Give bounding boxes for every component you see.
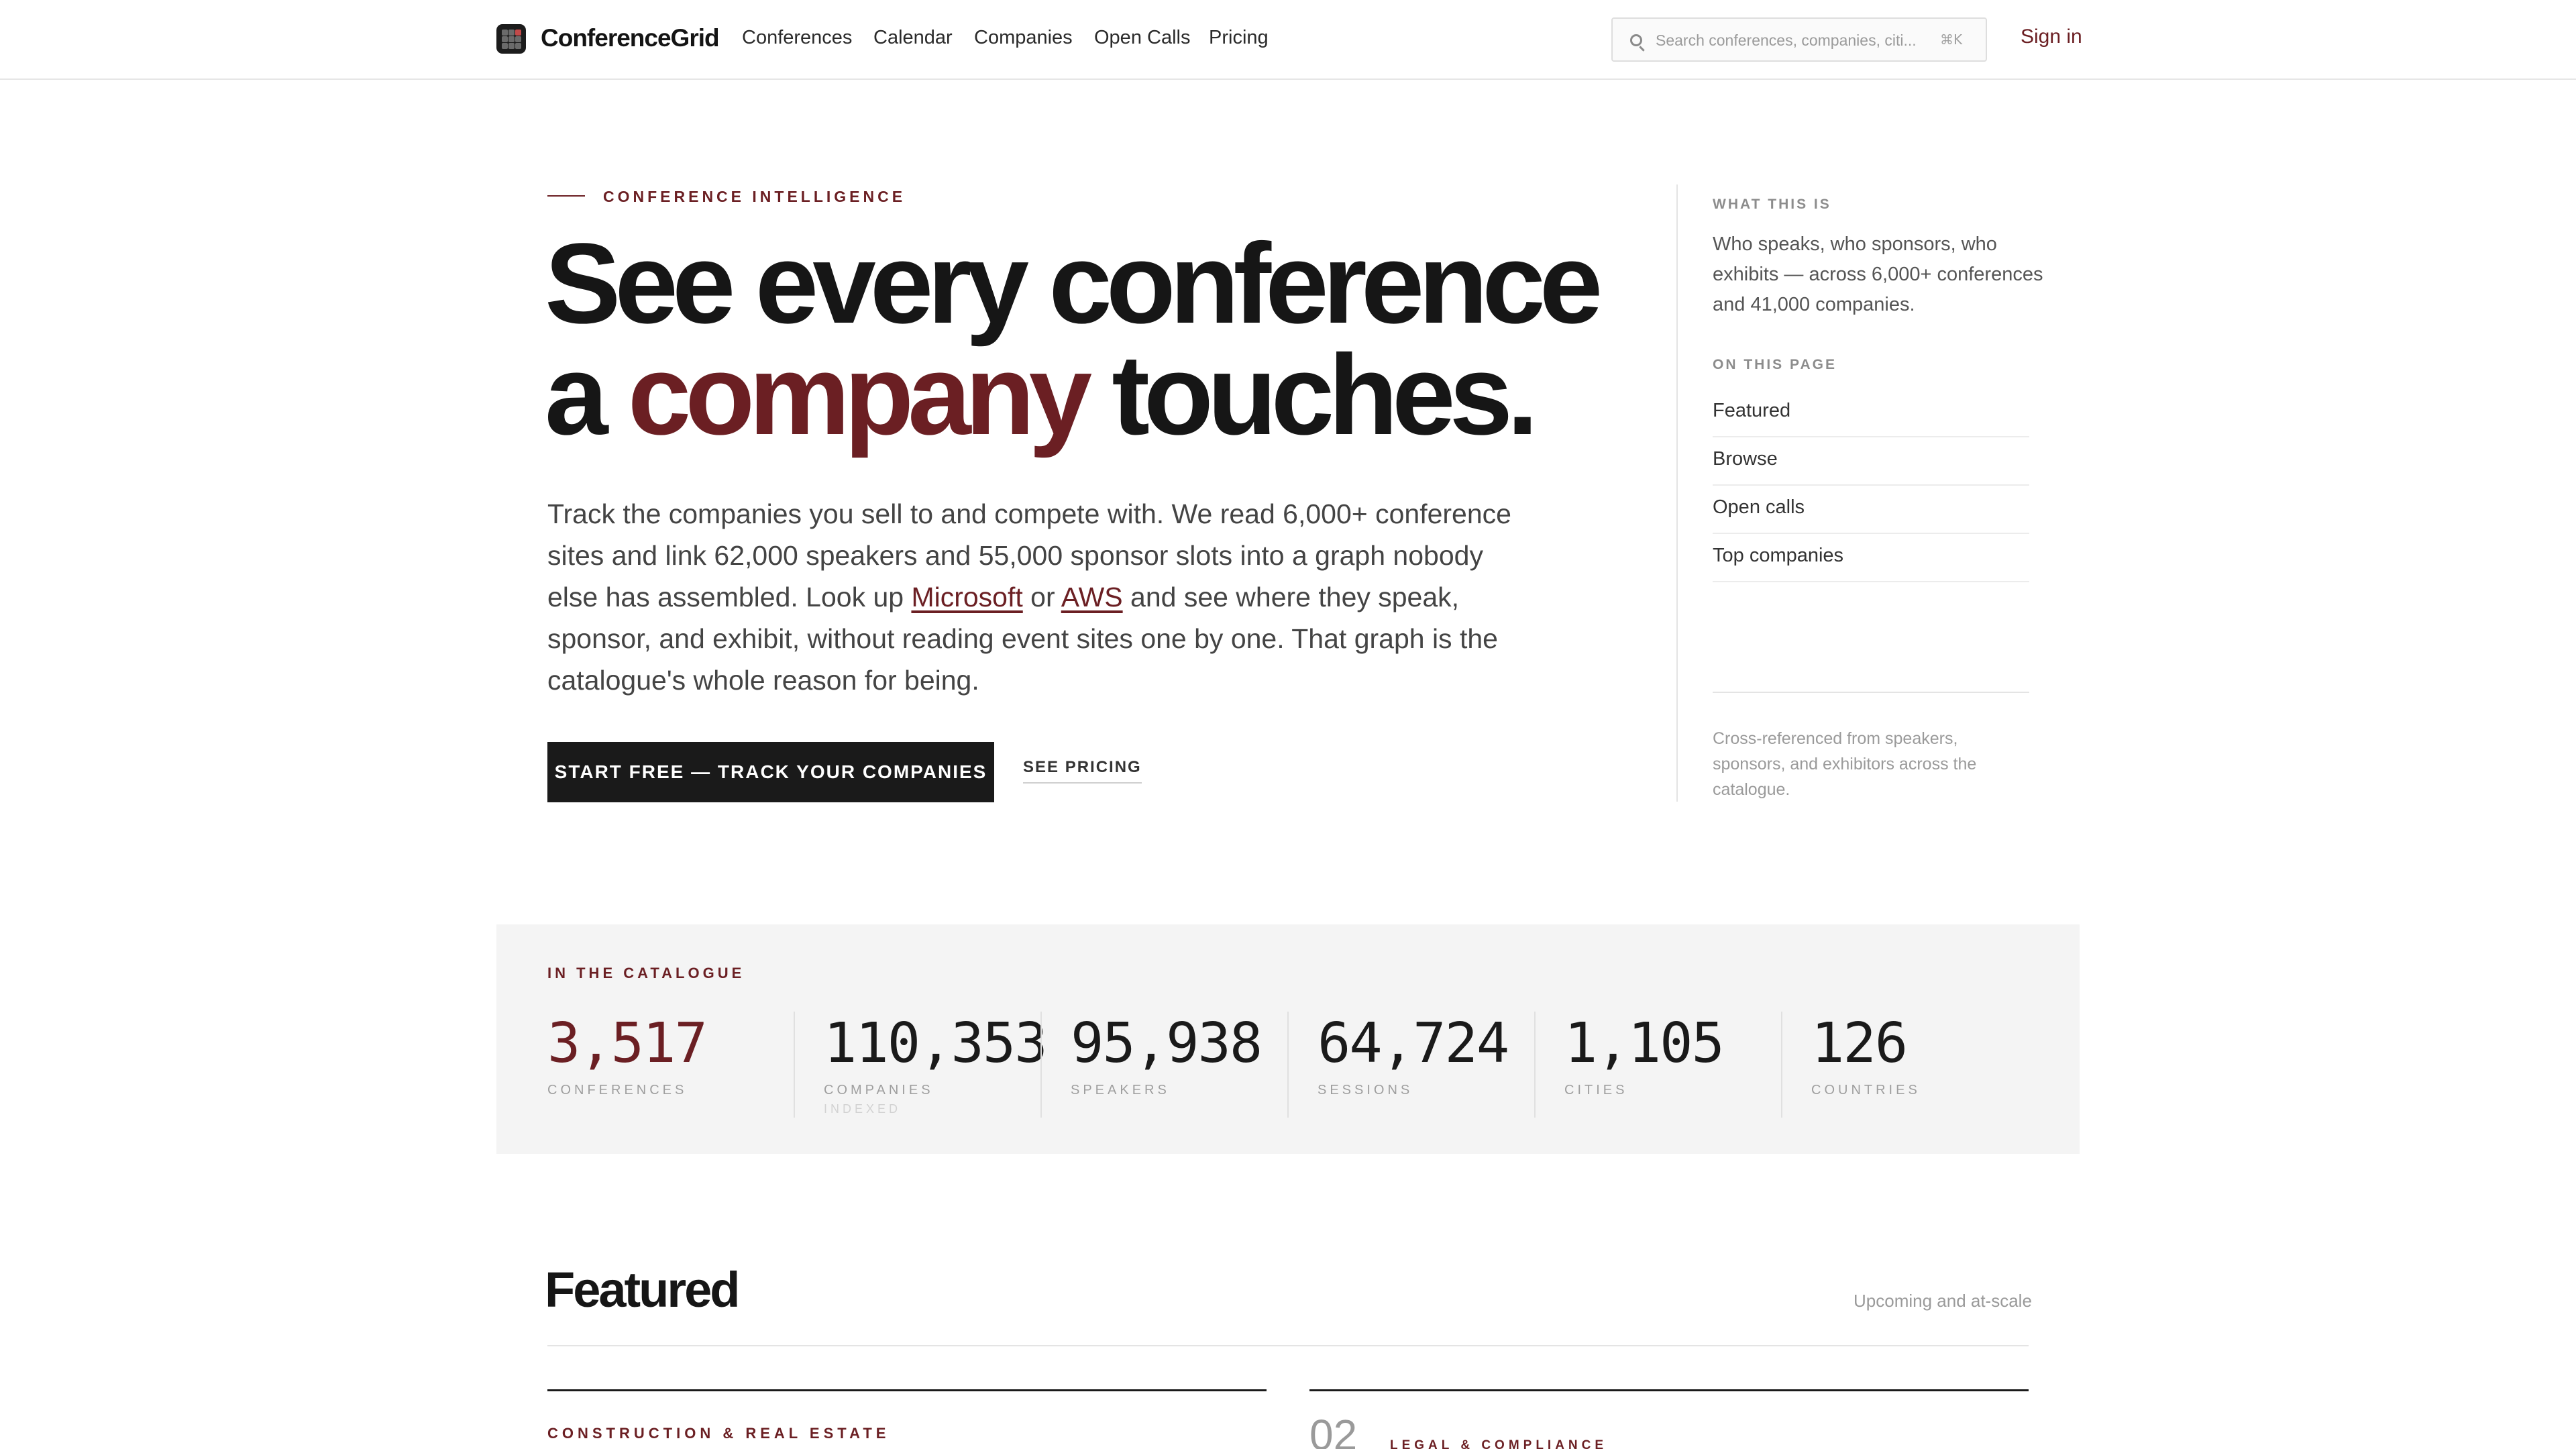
what-this-is-description: Who speaks, who sponsors, who exhibits —…: [1713, 233, 2043, 315]
start-free-button[interactable]: START FREE — TRACK YOUR COMPANIES: [547, 742, 994, 802]
nav-link-calendar[interactable]: Calendar: [873, 27, 953, 49]
stat-caption: COMPANIES: [824, 1083, 934, 1097]
stat-divider: [1781, 1012, 1782, 1118]
featured-title: Featured: [545, 1262, 741, 1318]
stat-speakers: 95,938 SPEAKERS: [1071, 1012, 1263, 1118]
toc-item-featured[interactable]: Featured: [1713, 389, 2029, 437]
hero-lede: Track the companies you sell to and comp…: [547, 493, 1520, 701]
see-pricing-link[interactable]: SEE PRICING: [1023, 758, 1142, 784]
nav-link-pricing[interactable]: Pricing: [1209, 27, 1269, 49]
stat-value: 95,938: [1071, 1012, 1263, 1075]
stat-value: 1,105: [1564, 1012, 1725, 1075]
stat-divider: [794, 1012, 795, 1118]
nav-link-conferences[interactable]: Conferences: [742, 27, 852, 49]
catalogue-stats-panel: IN THE CATALOGUE 3,517 CONFERENCES 110,3…: [496, 924, 2080, 1154]
on-this-page-label: ON THIS PAGE: [1713, 357, 1837, 372]
stat-divider: [1534, 1012, 1536, 1118]
eyebrow-rule: [547, 195, 585, 197]
stat-value: 3,517: [547, 1012, 708, 1075]
featured-card[interactable]: CONSTRUCTION & REAL ESTATE: [547, 1389, 1267, 1449]
search-shortcut-hint: ⌘K: [1940, 32, 1963, 48]
headline-post: touches.: [1086, 331, 1538, 459]
toc-item-open-calls[interactable]: Open calls: [1713, 486, 2029, 534]
stat-subcaption: INDEXED: [824, 1102, 902, 1116]
stat-caption: SESSIONS: [1318, 1083, 1413, 1097]
featured-card[interactable]: 02 LEGAL & COMPLIANCE: [1309, 1389, 2029, 1449]
stat-countries: 126 COUNTRIES: [1811, 1012, 1921, 1118]
stat-caption: CONFERENCES: [547, 1083, 688, 1097]
card-category: LEGAL & COMPLIANCE: [1390, 1438, 1608, 1449]
search-input[interactable]: [1656, 28, 1924, 52]
aside-note: Cross-referenced from speakers, sponsors…: [1713, 729, 1977, 799]
hero-headline: See every conference a company touches.: [545, 227, 1645, 452]
nav-link-open-calls[interactable]: Open Calls: [1094, 27, 1190, 49]
toc-item-browse[interactable]: Browse: [1713, 437, 2029, 486]
conferencegrid-logo-icon[interactable]: [496, 24, 526, 54]
headline-accent-word: company: [627, 331, 1092, 459]
stat-conferences: 3,517 CONFERENCES: [547, 1012, 708, 1118]
stat-cities: 1,105 CITIES: [1564, 1012, 1725, 1118]
aside-bottom-rule: [1713, 692, 2029, 693]
stats-label: IN THE CATALOGUE: [547, 965, 745, 981]
sign-in-link[interactable]: Sign in: [2021, 25, 2082, 48]
stat-value: 64,724: [1318, 1012, 1509, 1075]
stat-divider: [1040, 1012, 1042, 1118]
card-number: 02: [1309, 1411, 1358, 1449]
microsoft-link[interactable]: Microsoft: [911, 582, 1022, 612]
nav-link-companies[interactable]: Companies: [974, 27, 1073, 49]
what-this-is-label: WHAT THIS IS: [1713, 197, 1831, 212]
lede-part-2: or: [1022, 582, 1061, 612]
card-category: CONSTRUCTION & REAL ESTATE: [547, 1425, 890, 1442]
aws-link[interactable]: AWS: [1061, 582, 1123, 612]
search-box[interactable]: ⌘K: [1611, 17, 1987, 62]
search-icon: [1630, 34, 1642, 46]
stat-sessions: 64,724 SESSIONS: [1318, 1012, 1509, 1118]
brand-name[interactable]: ConferenceGrid: [541, 24, 720, 52]
toc-item-top-companies[interactable]: Top companies: [1713, 534, 2029, 582]
headline-pre: a: [545, 331, 628, 459]
featured-note: Upcoming and at-scale: [1854, 1291, 2032, 1311]
headline-line-1: See every conference: [545, 220, 1603, 347]
stat-value: 126: [1811, 1012, 1908, 1075]
hero-eyebrow: CONFERENCE INTELLIGENCE: [603, 188, 906, 205]
featured-rule: [547, 1345, 2029, 1346]
stat-companies: 110,353 COMPANIES INDEXED: [824, 1012, 1048, 1118]
stat-caption: CITIES: [1564, 1083, 1628, 1097]
stat-divider: [1287, 1012, 1289, 1118]
top-nav: ConferenceGrid Conferences Calendar Comp…: [0, 0, 2576, 80]
stat-caption: SPEAKERS: [1071, 1083, 1170, 1097]
stat-value: 110,353: [824, 1012, 1048, 1075]
aside-divider: [1676, 184, 1678, 802]
stat-caption: COUNTRIES: [1811, 1083, 1921, 1097]
